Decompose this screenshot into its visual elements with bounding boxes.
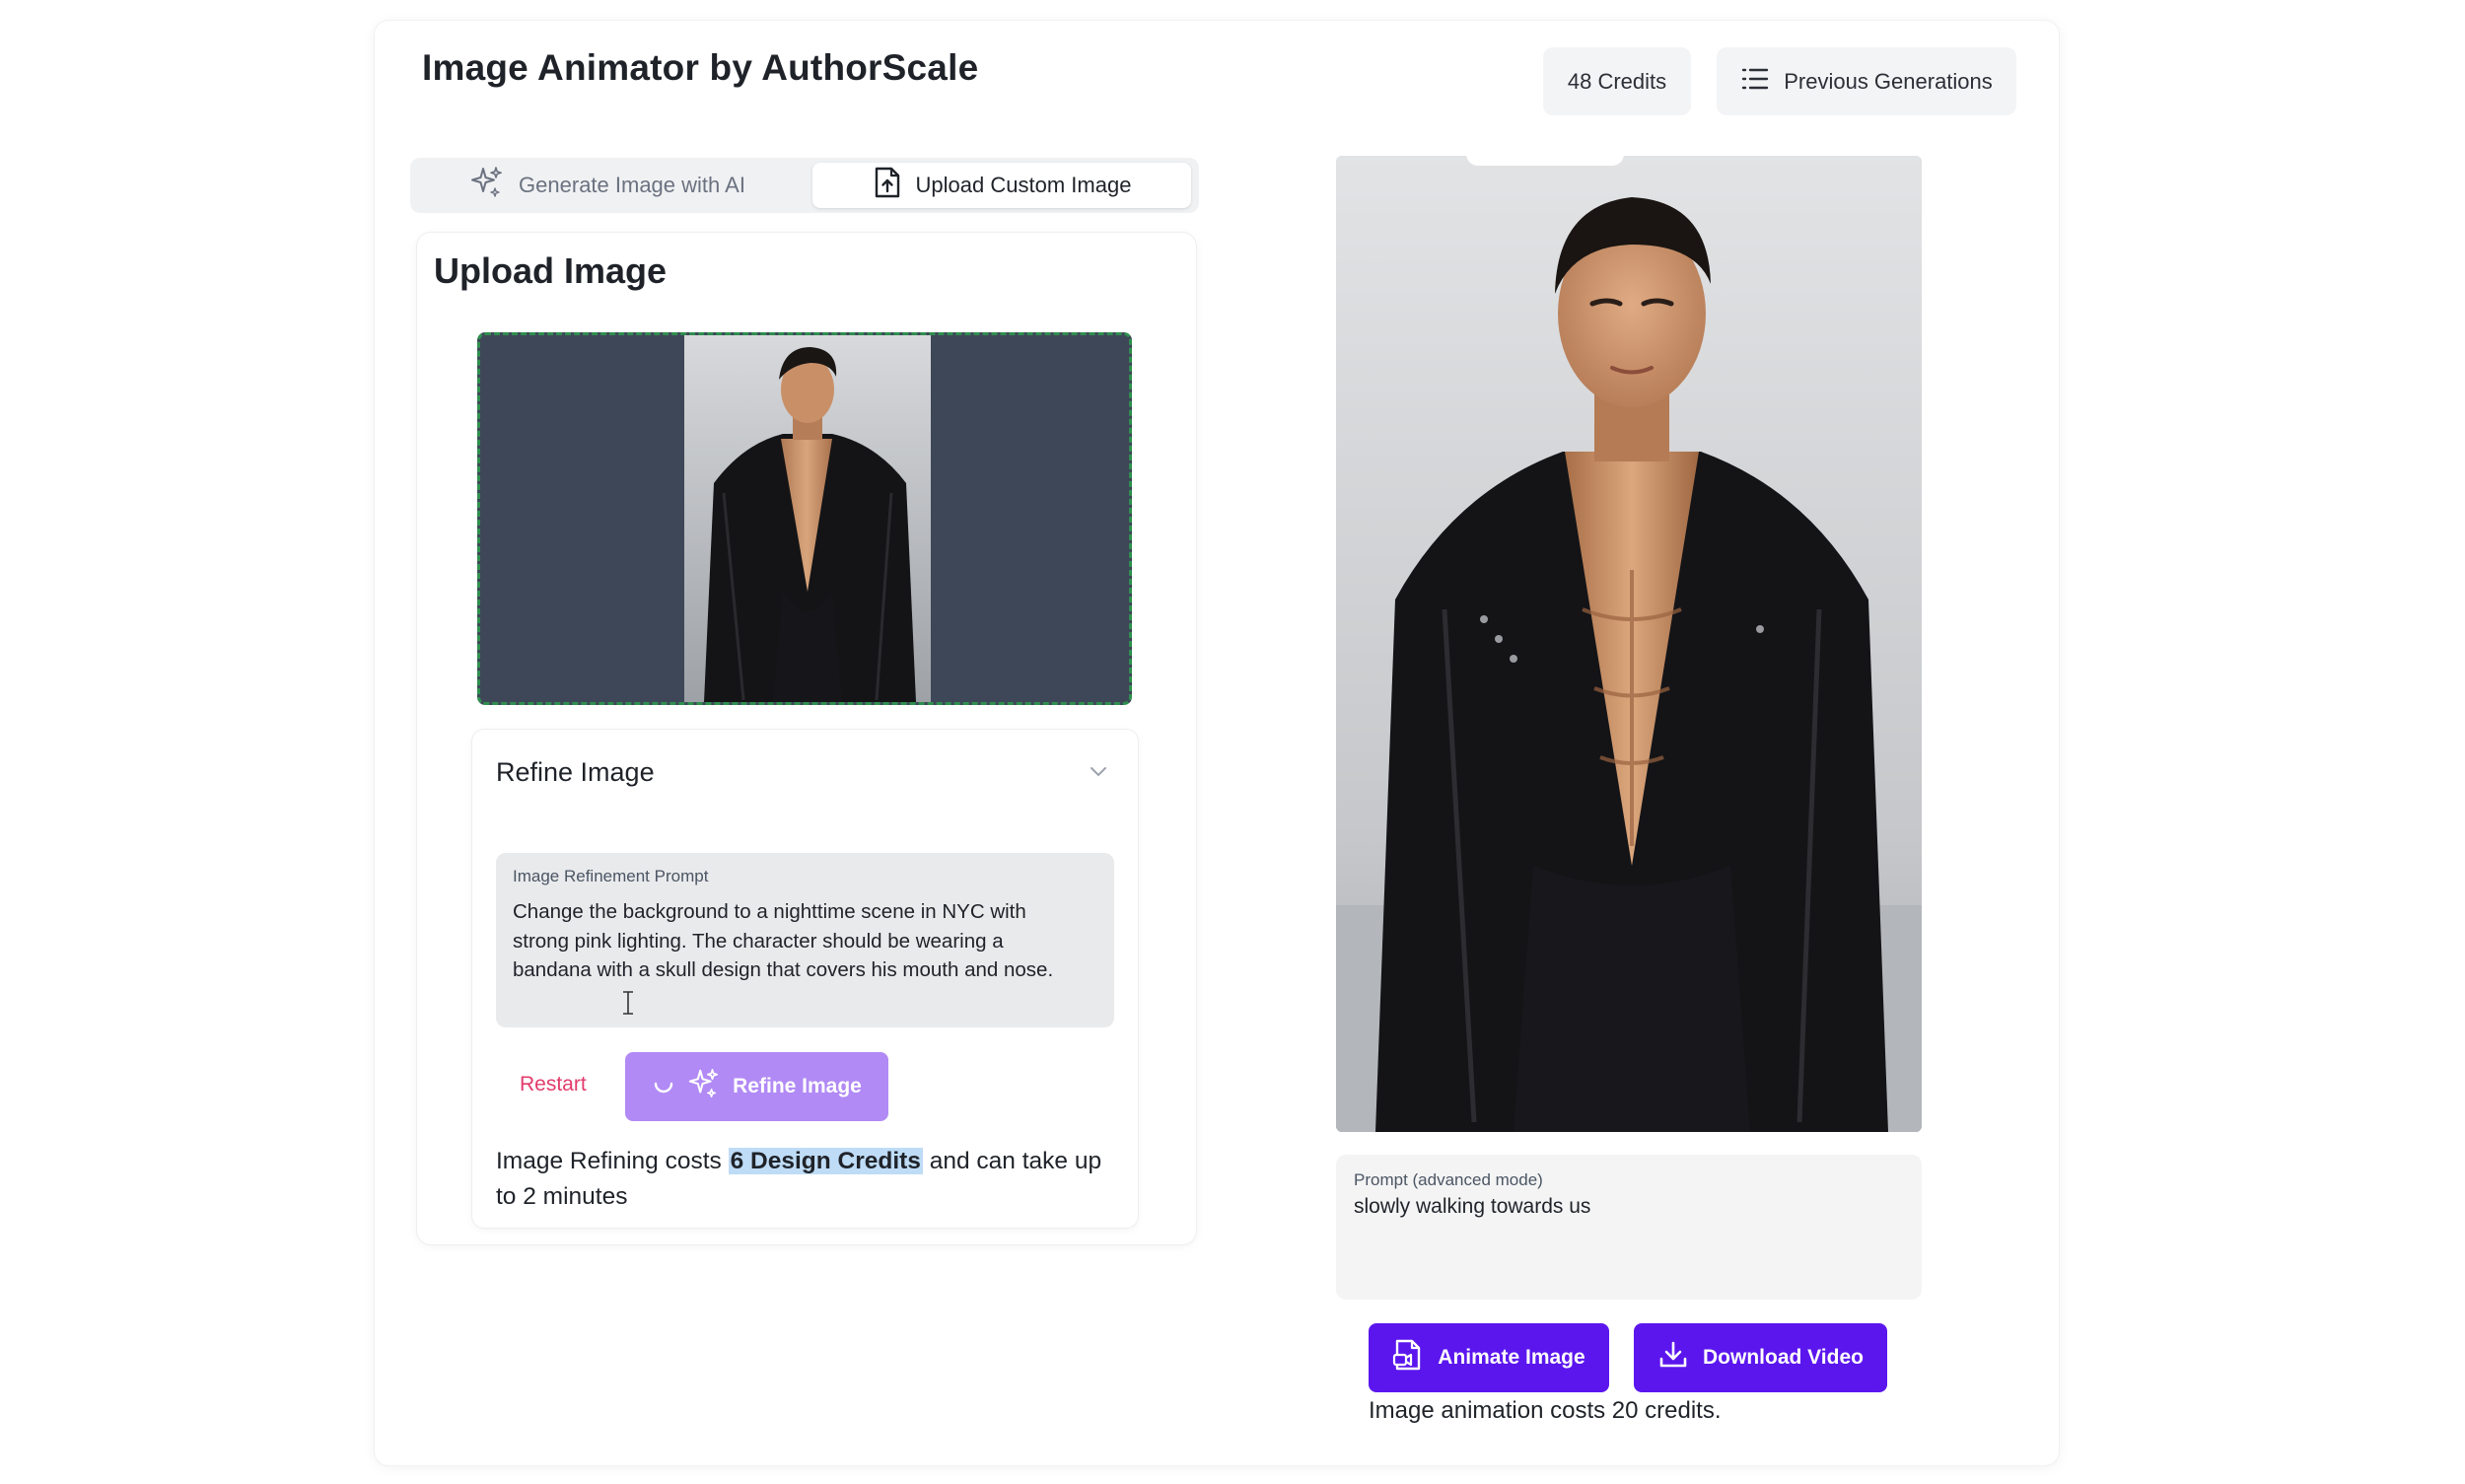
animate-image-button[interactable]: Animate Image bbox=[1369, 1323, 1609, 1392]
restart-button[interactable]: Restart bbox=[520, 1073, 587, 1096]
source-tabs: Generate Image with AI Upload Custom Ima… bbox=[410, 158, 1199, 213]
text-cursor-icon bbox=[621, 990, 635, 1021]
loading-spinner-icon bbox=[652, 1072, 675, 1101]
advanced-prompt-text[interactable]: slowly walking towards us bbox=[1354, 1195, 1590, 1219]
sparkle-icon bbox=[687, 1067, 721, 1106]
image-dropzone[interactable] bbox=[477, 332, 1132, 705]
upload-title: Upload Image bbox=[434, 250, 668, 291]
tab-generate-image-with-ai[interactable]: Generate Image with AI bbox=[414, 163, 801, 208]
refinement-prompt-text[interactable]: Change the background to a nighttime sce… bbox=[513, 897, 1085, 985]
preview-notch bbox=[1466, 154, 1624, 166]
sparkle-icon bbox=[469, 165, 505, 206]
cost-prefix: Image Refining costs bbox=[496, 1148, 729, 1174]
file-video-icon bbox=[1392, 1338, 1424, 1378]
animate-image-label: Animate Image bbox=[1438, 1346, 1585, 1369]
previous-generations-label: Previous Generations bbox=[1784, 68, 1993, 94]
refine-cost-note: Image Refining costs 6 Design Credits an… bbox=[496, 1144, 1117, 1215]
download-video-label: Download Video bbox=[1703, 1346, 1864, 1369]
file-upload-icon bbox=[873, 166, 902, 205]
advanced-prompt-label: Prompt (advanced mode) bbox=[1354, 1170, 1543, 1189]
credits-label: 48 Credits bbox=[1567, 68, 1667, 94]
generated-image-preview bbox=[1336, 156, 1922, 1132]
refinement-prompt-label: Image Refinement Prompt bbox=[513, 867, 709, 885]
refine-image-label: Refine Image bbox=[733, 1075, 862, 1097]
credits-button[interactable]: 48 Credits bbox=[1543, 47, 1691, 115]
refine-title[interactable]: Refine Image bbox=[496, 757, 655, 788]
download-video-button[interactable]: Download Video bbox=[1634, 1323, 1887, 1392]
refine-image-button[interactable]: Refine Image bbox=[625, 1052, 888, 1121]
tab-label: Generate Image with AI bbox=[519, 173, 745, 197]
animation-cost-note: Image animation costs 20 credits. bbox=[1369, 1397, 1722, 1424]
tab-upload-custom-image[interactable]: Upload Custom Image bbox=[812, 163, 1191, 208]
uploaded-image bbox=[684, 335, 931, 702]
cost-highlight: 6 Design Credits bbox=[728, 1148, 923, 1174]
download-icon bbox=[1657, 1339, 1689, 1377]
chevron-down-icon[interactable] bbox=[1089, 765, 1108, 784]
tab-label: Upload Custom Image bbox=[915, 173, 1132, 197]
list-icon bbox=[1740, 66, 1770, 98]
app-title: Image Animator by AuthorScale bbox=[422, 47, 979, 88]
previous-generations-button[interactable]: Previous Generations bbox=[1717, 47, 2016, 115]
